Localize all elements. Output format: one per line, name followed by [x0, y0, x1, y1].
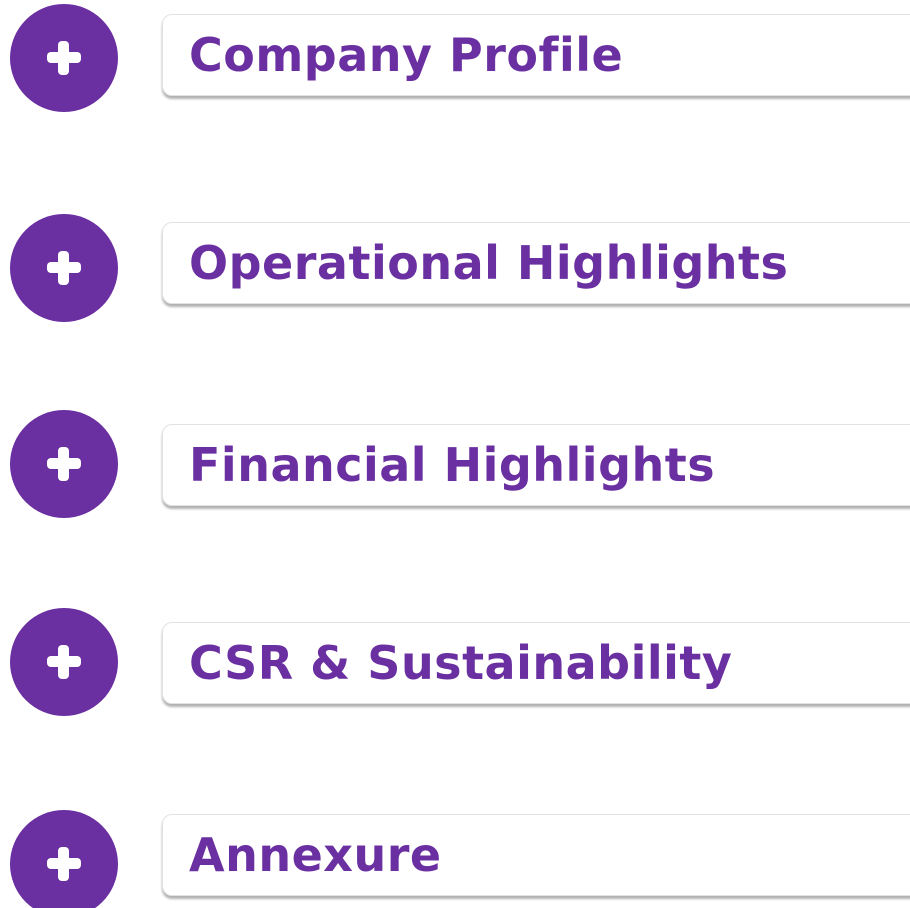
accordion-list: Company Profile Operational Highlights F… [0, 0, 910, 908]
accordion-item-csr-sustainability: CSR & Sustainability [0, 608, 910, 716]
accordion-title: Operational Highlights [189, 236, 789, 290]
accordion-item-company-profile: Company Profile [0, 0, 910, 112]
accordion-item-operational-highlights: Operational Highlights [0, 208, 910, 322]
accordion-title: CSR & Sustainability [189, 636, 733, 690]
expand-button[interactable] [10, 410, 118, 518]
expand-button[interactable] [10, 608, 118, 716]
expand-button[interactable] [10, 4, 118, 112]
expand-button[interactable] [10, 214, 118, 322]
accordion-item-annexure: Annexure [0, 802, 910, 908]
accordion-title: Annexure [189, 828, 442, 882]
expand-button[interactable] [10, 810, 118, 908]
accordion-header[interactable]: Operational Highlights [162, 222, 910, 304]
accordion-header[interactable]: CSR & Sustainability [162, 622, 910, 704]
accordion-header[interactable]: Financial Highlights [162, 424, 910, 506]
accordion-header[interactable]: Company Profile [162, 14, 910, 96]
accordion-title: Company Profile [189, 28, 624, 82]
accordion-header[interactable]: Annexure [162, 814, 910, 896]
accordion-title: Financial Highlights [189, 438, 716, 492]
accordion-item-financial-highlights: Financial Highlights [0, 410, 910, 518]
